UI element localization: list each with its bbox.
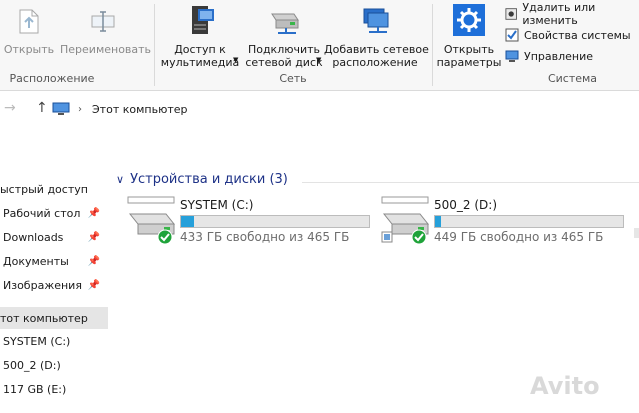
- nav-quick-access[interactable]: ыстрый доступ: [0, 178, 108, 200]
- ribbon-separator: [432, 4, 433, 86]
- drive-usage-fill: [435, 216, 442, 227]
- breadcrumb-this-pc[interactable]: Этот компьютер: [92, 103, 188, 116]
- nav-item-label: Downloads: [3, 230, 64, 244]
- forward-arrow-icon[interactable]: →: [4, 100, 16, 116]
- nav-downloads[interactable]: Downloads 📌: [0, 226, 108, 248]
- drive-name: 500_2 (D:): [434, 198, 497, 212]
- nav-this-pc[interactable]: тот компьютер: [0, 307, 108, 329]
- nav-item-label: 117 GB (E:): [3, 382, 67, 396]
- open-button[interactable]: Открыть: [0, 6, 58, 56]
- nav-drive-e[interactable]: 117 GB (E:): [0, 378, 108, 400]
- this-pc-icon: [52, 102, 70, 115]
- rename-label: Переименовать: [60, 43, 152, 56]
- drive-usage-bar: [434, 215, 624, 228]
- open-settings-label: Открыть параметры: [436, 43, 502, 69]
- drive-name: SYSTEM (C:): [180, 198, 254, 212]
- navigation-pane: ыстрый доступ Рабочий стол 📌 Downloads 📌…: [0, 160, 108, 413]
- up-arrow-icon[interactable]: ↑: [36, 100, 48, 116]
- map-drive-label: Подключить сетевой диск: [245, 43, 323, 69]
- drive-usage-fill: [181, 216, 194, 227]
- hard-drive-icon: [381, 196, 430, 245]
- manage-label: Управление: [524, 49, 594, 63]
- network-group-label: Сеть: [279, 72, 307, 85]
- manage-button[interactable]: Управление: [505, 47, 593, 65]
- add-location-label: Добавить сетевое расположение: [324, 43, 429, 69]
- pin-icon: 📌: [87, 255, 100, 267]
- system-group-label: Система: [547, 72, 598, 85]
- drive-usage-bar: [180, 215, 370, 228]
- nav-item-label: SYSTEM (C:): [3, 334, 71, 348]
- pin-icon: 📌: [87, 231, 100, 243]
- computer-manage-icon: [505, 50, 519, 62]
- open-label: Открыть: [3, 43, 55, 56]
- ribbon: Открыть Переименовать Расположение Досту…: [0, 0, 639, 91]
- nav-item-label: ыстрый доступ: [0, 182, 88, 196]
- ribbon-separator: [154, 4, 155, 86]
- avito-watermark: Avito: [530, 372, 600, 400]
- media-access-dropdown-icon[interactable]: ▼: [233, 56, 238, 64]
- address-field[interactable]: › Этот компьютер: [52, 97, 639, 121]
- gear-icon: [453, 4, 485, 36]
- map-drive-button[interactable]: Подключить сетевой диск: [244, 6, 324, 69]
- system-properties-button[interactable]: Свойства системы: [505, 26, 631, 44]
- address-bar: → ↑ › Этот компьютер: [0, 91, 639, 127]
- nav-pictures[interactable]: Изображения 📌: [0, 274, 108, 296]
- uninstall-button[interactable]: Удалить или изменить: [505, 1, 639, 27]
- uninstall-icon: [505, 8, 517, 20]
- nav-drive-c[interactable]: SYSTEM (C:): [0, 330, 108, 352]
- nav-item-label: 500_2 (D:): [3, 358, 61, 372]
- uninstall-label: Удалить или изменить: [522, 1, 596, 27]
- open-settings-button[interactable]: Открыть параметры: [436, 4, 502, 69]
- map-drive-dropdown-icon[interactable]: ▼: [316, 56, 321, 64]
- nav-item-label: Документы: [3, 254, 69, 268]
- add-network-location-button[interactable]: Добавить сетевое расположение: [324, 6, 429, 69]
- location-group-label: Расположение: [9, 72, 95, 85]
- nav-item-label: Рабочий стол: [3, 206, 81, 220]
- nav-documents[interactable]: Документы 📌: [0, 250, 108, 272]
- drive-tile-d[interactable]: 500_2 (D:) 449 ГБ свободно из 465 ГБ: [380, 196, 625, 246]
- open-icon: [19, 9, 39, 34]
- devices-section-header[interactable]: ∨ Устройства и диски (3): [116, 172, 288, 187]
- network-location-icon: [363, 8, 389, 33]
- drive-tile-c[interactable]: SYSTEM (C:) 433 ГБ свободно из 465 ГБ: [126, 196, 371, 246]
- breadcrumb-chevron-icon[interactable]: ›: [78, 104, 82, 115]
- network-drive-icon: [271, 13, 299, 34]
- media-access-button[interactable]: Доступ к мультимедиа: [158, 4, 242, 69]
- pin-icon: 📌: [87, 279, 100, 291]
- rename-button[interactable]: Переименовать: [60, 6, 152, 56]
- chevron-down-icon[interactable]: ∨: [116, 173, 124, 186]
- drive-free-space: 433 ГБ свободно из 465 ГБ: [180, 230, 350, 244]
- pin-icon: 📌: [87, 207, 100, 219]
- nav-item-label: Изображения: [3, 278, 82, 292]
- nav-desktop[interactable]: Рабочий стол 📌: [0, 202, 108, 224]
- nav-item-label: тот компьютер: [0, 311, 88, 325]
- rename-icon: [91, 11, 115, 32]
- system-properties-label: Свойства системы: [524, 28, 631, 42]
- media-server-icon: [192, 6, 214, 34]
- hard-drive-icon: [127, 196, 176, 245]
- drive-tile-e-edge[interactable]: [634, 228, 639, 238]
- nav-drive-d[interactable]: 500_2 (D:): [0, 354, 108, 376]
- section-title: Устройства и диски (3): [130, 172, 288, 187]
- drive-free-space: 449 ГБ свободно из 465 ГБ: [434, 230, 604, 244]
- system-properties-icon: [505, 28, 519, 42]
- section-divider: [302, 182, 639, 183]
- media-access-label: Доступ к мультимедиа: [160, 43, 240, 69]
